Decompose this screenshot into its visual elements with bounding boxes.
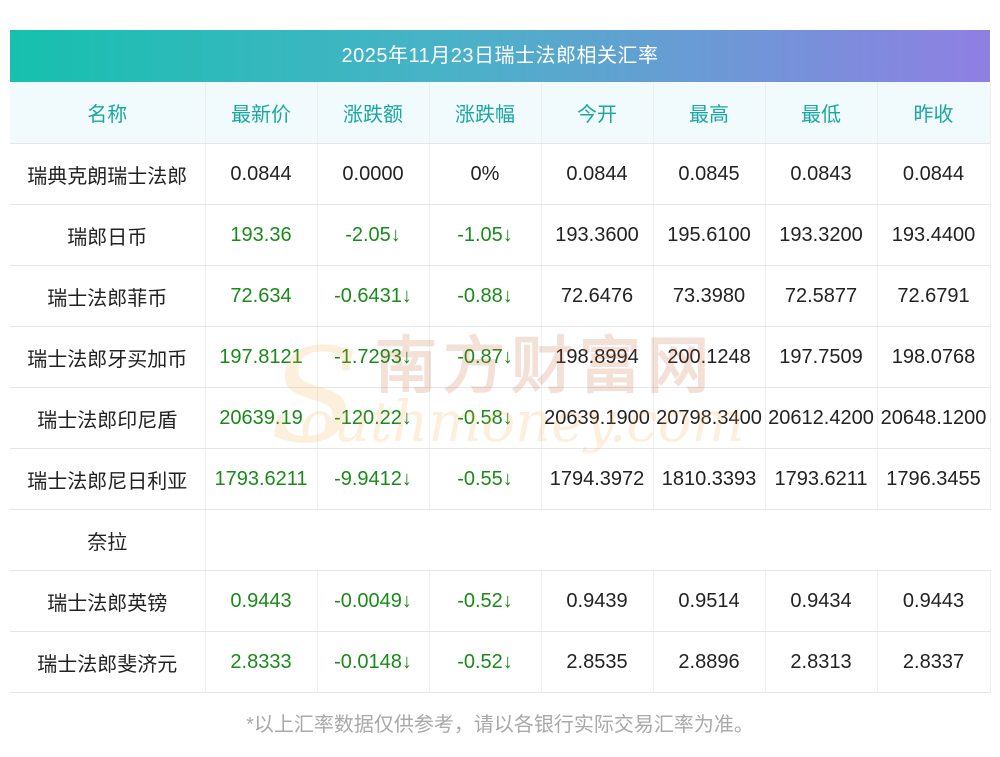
table-row: 瑞郎日币 193.36 -2.05↓ -1.05↓ 193.3600 195.6… xyxy=(10,204,991,266)
row-name: 奈拉 xyxy=(10,509,206,571)
row-low: 1793.6211 xyxy=(765,448,878,510)
page-title: 2025年11月23日瑞士法郎相关汇率 xyxy=(10,30,990,82)
row-change-pct: -0.88↓ xyxy=(429,265,542,327)
row-prev-close: 0.9443 xyxy=(877,570,991,632)
table-row: 瑞士法郎斐济元 2.8333 -0.0148↓ -0.52↓ 2.8535 2.… xyxy=(10,631,991,693)
row-name: 瑞郎日币 xyxy=(10,204,206,266)
row-low: 193.3200 xyxy=(765,204,878,266)
header-high: 最高 xyxy=(653,82,766,144)
row-change: -0.0049↓ xyxy=(317,570,430,632)
row-low: 0.9434 xyxy=(765,570,878,632)
row-latest: 20639.19 xyxy=(205,387,318,449)
table-header-row: 名称 最新价 涨跌额 涨跌幅 今开 最高 最低 昨收 xyxy=(10,82,991,144)
row-low: 2.8313 xyxy=(765,631,878,693)
row-change: -1.7293↓ xyxy=(317,326,430,388)
row-change: -9.9412↓ xyxy=(317,448,430,510)
row-name: 瑞士法郎印尼盾 xyxy=(10,387,206,449)
header-low: 最低 xyxy=(765,82,878,144)
row-open: 1794.3972 xyxy=(541,448,654,510)
rates-panel: 2025年11月23日瑞士法郎相关汇率 名称 最新价 涨跌额 涨跌幅 今开 最高… xyxy=(10,30,991,693)
row-open: 2.8535 xyxy=(541,631,654,693)
row-open: 0.9439 xyxy=(541,570,654,632)
row-name: 瑞士法郎尼日利亚 xyxy=(10,448,206,510)
row-prev-close: 198.0768 xyxy=(877,326,991,388)
row-open: 198.8994 xyxy=(541,326,654,388)
row-change-pct: -0.58↓ xyxy=(429,387,542,449)
empty-cell xyxy=(205,509,990,571)
row-change-pct: -0.52↓ xyxy=(429,631,542,693)
row-prev-close: 20648.1200 xyxy=(877,387,991,449)
row-change-pct: -0.87↓ xyxy=(429,326,542,388)
row-high: 0.0845 xyxy=(653,143,766,205)
row-high: 200.1248 xyxy=(653,326,766,388)
row-latest: 72.634 xyxy=(205,265,318,327)
header-prev-close: 昨收 xyxy=(877,82,991,144)
row-latest: 2.8333 xyxy=(205,631,318,693)
header-open: 今开 xyxy=(541,82,654,144)
row-high: 1810.3393 xyxy=(653,448,766,510)
row-change: 0.0000 xyxy=(317,143,430,205)
table-row: 瑞士法郎印尼盾 20639.19 -120.22↓ -0.58↓ 20639.1… xyxy=(10,387,991,449)
row-low: 20612.4200 xyxy=(765,387,878,449)
row-low: 0.0843 xyxy=(765,143,878,205)
row-open: 0.0844 xyxy=(541,143,654,205)
disclaimer-footnote: *以上汇率数据仅供参考，请以各银行实际交易汇率为准。 xyxy=(246,714,754,736)
header-latest: 最新价 xyxy=(205,82,318,144)
header-change: 涨跌额 xyxy=(317,82,430,144)
row-open: 72.6476 xyxy=(541,265,654,327)
row-name: 瑞士法郎牙买加币 xyxy=(10,326,206,388)
row-high: 73.3980 xyxy=(653,265,766,327)
table-row: 瑞士法郎菲币 72.634 -0.6431↓ -0.88↓ 72.6476 73… xyxy=(10,265,991,327)
table-row: 瑞士法郎尼日利亚 1793.6211 -9.9412↓ -0.55↓ 1794.… xyxy=(10,448,991,510)
row-open: 193.3600 xyxy=(541,204,654,266)
row-high: 2.8896 xyxy=(653,631,766,693)
table-row: 瑞士法郎英镑 0.9443 -0.0049↓ -0.52↓ 0.9439 0.9… xyxy=(10,570,991,632)
row-latest: 197.8121 xyxy=(205,326,318,388)
row-high: 195.6100 xyxy=(653,204,766,266)
row-change: -0.6431↓ xyxy=(317,265,430,327)
rates-table: 名称 最新价 涨跌额 涨跌幅 今开 最高 最低 昨收 瑞典克朗瑞士法郎 0.08… xyxy=(10,82,991,693)
row-latest: 1793.6211 xyxy=(205,448,318,510)
row-prev-close: 72.6791 xyxy=(877,265,991,327)
row-latest: 0.9443 xyxy=(205,570,318,632)
row-change: -120.22↓ xyxy=(317,387,430,449)
row-name: 瑞士法郎斐济元 xyxy=(10,631,206,693)
row-name: 瑞典克朗瑞士法郎 xyxy=(10,143,206,205)
row-high: 0.9514 xyxy=(653,570,766,632)
row-name: 瑞士法郎英镑 xyxy=(10,570,206,632)
row-change-pct: -0.52↓ xyxy=(429,570,542,632)
row-low: 72.5877 xyxy=(765,265,878,327)
row-latest: 193.36 xyxy=(205,204,318,266)
row-prev-close: 1796.3455 xyxy=(877,448,991,510)
row-open: 20639.1900 xyxy=(541,387,654,449)
row-change: -2.05↓ xyxy=(317,204,430,266)
row-prev-close: 193.4400 xyxy=(877,204,991,266)
row-change-pct: -0.55↓ xyxy=(429,448,542,510)
table-row: 瑞典克朗瑞士法郎 0.0844 0.0000 0% 0.0844 0.0845 … xyxy=(10,143,991,205)
row-high: 20798.3400 xyxy=(653,387,766,449)
row-name: 瑞士法郎菲币 xyxy=(10,265,206,327)
row-change: -0.0148↓ xyxy=(317,631,430,693)
row-low: 197.7509 xyxy=(765,326,878,388)
row-prev-close: 0.0844 xyxy=(877,143,991,205)
row-prev-close: 2.8337 xyxy=(877,631,991,693)
row-latest: 0.0844 xyxy=(205,143,318,205)
row-change-pct: 0% xyxy=(429,143,542,205)
header-name: 名称 xyxy=(10,82,206,144)
table-row: 奈拉 xyxy=(10,509,990,571)
header-change-pct: 涨跌幅 xyxy=(429,82,542,144)
row-change-pct: -1.05↓ xyxy=(429,204,542,266)
table-row: 瑞士法郎牙买加币 197.8121 -1.7293↓ -0.87↓ 198.89… xyxy=(10,326,991,388)
